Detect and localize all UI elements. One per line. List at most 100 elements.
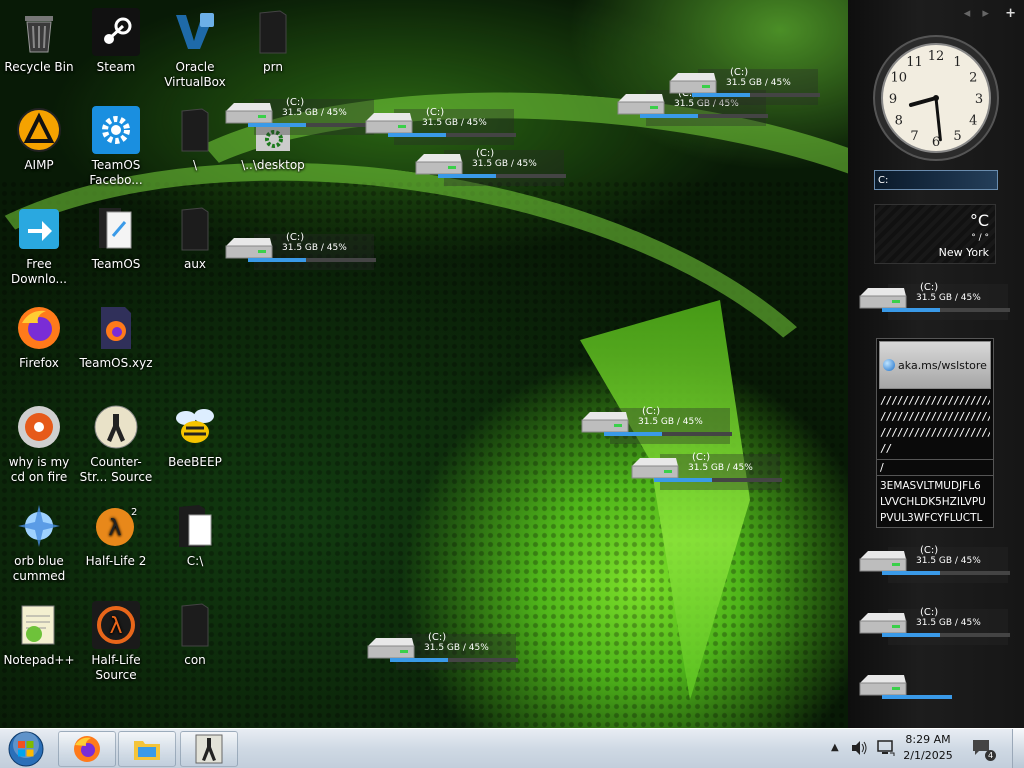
drive-meter-loading[interactable] [858, 669, 1008, 709]
icon-label: TeamOS.xyz [79, 356, 153, 370]
desktop-icon-con[interactable]: con [156, 601, 234, 668]
text-line: //////////////////////////// [880, 410, 990, 423]
clock-numeral: 1 [953, 55, 961, 70]
clock-date: 2/1/2025 [903, 749, 953, 762]
drive-usage-bar [390, 658, 518, 662]
drive-meter[interactable]: (C:) 31.5 GB / 45% [858, 282, 1010, 322]
action-center-button[interactable]: 4 [972, 739, 996, 761]
clock-numeral: 9 [889, 92, 897, 107]
drive-meter[interactable]: (C:) 31.5 GB / 45% [858, 545, 1010, 585]
drive-meter[interactable]: (C:) 31.5 GB / 45% [224, 232, 376, 272]
drive-usage-bar [438, 174, 566, 178]
clock-gadget[interactable]: 1 2 3 4 5 6 7 8 9 10 11 12 [872, 34, 1000, 162]
desktop-icon-aux[interactable]: aux [156, 205, 234, 272]
taskbar-firefox-button[interactable] [58, 731, 116, 767]
desktop-icon-virtualbox[interactable]: Oracle VirtualBox [156, 8, 234, 90]
half-life-2-icon: λ2 [92, 502, 140, 550]
windows-orb-icon [8, 731, 44, 767]
clock-face: 1234567891011 12 [873, 35, 999, 161]
network-icon[interactable] [876, 739, 896, 761]
folder-icon [134, 741, 160, 760]
text-line: //////////////////////////// [880, 426, 990, 439]
sidebar-next-button[interactable]: ▸ [982, 6, 989, 21]
icon-label: \..\desktop [241, 158, 305, 172]
code-line: 3EMASVLTMUDJFL6 [880, 480, 981, 492]
desktop-icon-backslash[interactable]: \ [156, 106, 234, 173]
virtualbox-icon [171, 8, 219, 56]
show-desktop-button[interactable] [1012, 729, 1024, 768]
drive-usage-bar [882, 308, 1010, 312]
desktop-icon-c-drive[interactable]: C:\ [156, 502, 234, 569]
folder-icon [171, 601, 219, 649]
desktop-icon-recycle-bin[interactable]: Recycle Bin [0, 8, 78, 75]
notification-count-badge: 4 [985, 750, 996, 761]
wsl-store-button[interactable]: aka.ms/wslstore [879, 341, 991, 389]
system-clock[interactable]: 8:29 AM 2/1/2025 [898, 732, 958, 764]
icon-label: Oracle VirtualBox [164, 60, 226, 89]
desktop-icon-counter-strike-source[interactable]: Counter-Str... Source [77, 403, 155, 485]
desktop-icon-half-life-2[interactable]: λ2 Half-Life 2 [77, 502, 155, 569]
gear-icon [92, 106, 140, 154]
drive-meter[interactable]: (C:) 31.5 GB / 45% [414, 148, 566, 188]
icon-label: Free Downlo... [11, 257, 67, 286]
weather-range: ° / ° [971, 233, 989, 243]
wsl-store-link-text: aka.ms/wslstore [898, 358, 987, 372]
firefox-file-icon [92, 304, 140, 352]
clock-numeral: 5 [953, 129, 961, 144]
desktop-icon-teamos-xyz[interactable]: TeamOS.xyz [77, 304, 155, 371]
desktop-icon-beebeep[interactable]: BeeBEEP [156, 403, 234, 470]
folder-icon [249, 8, 297, 56]
icon-label: prn [263, 60, 283, 74]
taskbar-counter-strike-button[interactable] [180, 731, 238, 767]
drive-meter[interactable]: (C:) 31.5 GB / 45% [580, 406, 732, 446]
aimp-icon [15, 106, 63, 154]
desktop-icon-firefox[interactable]: Firefox [0, 304, 78, 371]
desktop-icon-notepad-plus[interactable]: Notepad++ [0, 601, 78, 668]
weather-gadget[interactable]: °C ° / ° New York [874, 204, 996, 264]
clock-numeral: 3 [975, 92, 983, 107]
drive-meter[interactable]: (C:) 31.5 GB / 45% [364, 107, 516, 147]
drive-meter[interactable]: (C:) 31.5 GB / 45% [630, 452, 782, 492]
clock-numeral: 10 [890, 71, 907, 86]
drive-letter: (C:) [730, 67, 749, 78]
taskbar-explorer-button[interactable] [118, 731, 176, 767]
icon-label: Firefox [19, 356, 59, 370]
drive-info: 31.5 GB / 45% [282, 243, 347, 253]
clock-numeral: 2 [969, 71, 977, 86]
desktop-icon-teamos-facebook[interactable]: TeamOS Facebo... [77, 106, 155, 188]
drive-meter[interactable]: (C:) 31.5 GB / 45% [668, 67, 820, 107]
desktop-icon-half-life-source[interactable]: λ Half-Life Source [77, 601, 155, 683]
desktop-icon-orb[interactable]: orb blue cummed [0, 502, 78, 584]
drive-usage-bar [692, 93, 820, 97]
drive-info: 31.5 GB / 45% [424, 643, 489, 653]
drive-meter[interactable]: (C:) 31.5 GB / 45% [224, 97, 376, 137]
drive-meter[interactable]: (C:) 31.5 GB / 45% [366, 632, 518, 672]
sidebar-add-gadget-button[interactable]: + [1005, 6, 1016, 21]
icon-label: AIMP [24, 158, 54, 172]
drive-info: 31.5 GB / 45% [638, 417, 703, 427]
desktop-icon-free-download-manager[interactable]: Free Downlo... [0, 205, 78, 287]
drive-info: 31.5 GB / 45% [422, 118, 487, 128]
clock-numeral: 11 [906, 55, 923, 70]
search-input[interactable] [874, 170, 998, 190]
slash-block: //////////////////////////// ///////////… [877, 391, 993, 459]
ie-globe-icon [883, 359, 896, 371]
drive-info: 31.5 GB / 45% [472, 159, 537, 169]
desktop-icon-prn[interactable]: prn [234, 8, 312, 75]
drive-shortcut-icon [171, 502, 219, 550]
desktop-icon-teamos[interactable]: TeamOS [77, 205, 155, 272]
drive-usage-bar [640, 114, 768, 118]
desktop-icon-aimp[interactable]: AIMP [0, 106, 78, 173]
start-button[interactable] [6, 730, 46, 768]
sidebar-prev-button[interactable]: ◂ [964, 6, 971, 21]
drive-meter[interactable]: (C:) 31.5 GB / 45% [858, 607, 1010, 647]
icon-label: Counter-Str... Source [79, 455, 153, 484]
show-hidden-icons-button[interactable]: ▲ [831, 742, 839, 753]
volume-icon[interactable] [850, 740, 868, 760]
drive-info: 31.5 GB / 45% [688, 463, 753, 473]
drive-usage-bar [248, 123, 376, 127]
desktop-icon-steam[interactable]: Steam [77, 8, 155, 75]
icon-label: why is my cd on fire [8, 455, 70, 484]
icon-label: Notepad++ [3, 653, 75, 667]
desktop-icon-cd-on-fire[interactable]: why is my cd on fire [0, 403, 78, 485]
